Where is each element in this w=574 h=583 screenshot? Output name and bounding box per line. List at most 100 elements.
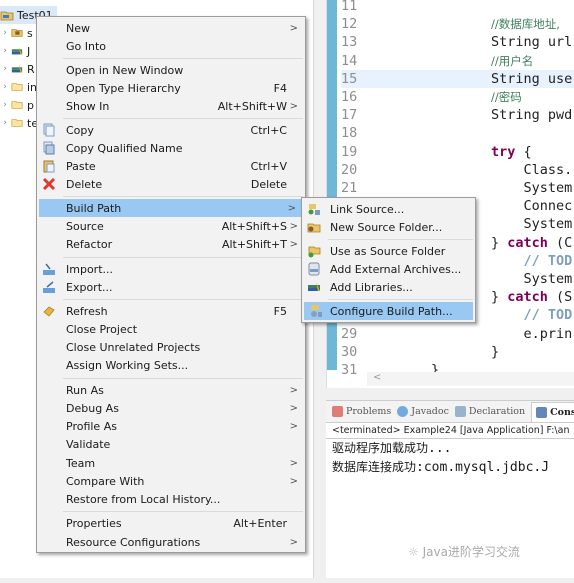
submenu-item-use-as-source-folder[interactable]: Use as Source Folder (302, 242, 475, 260)
tab-conso[interactable]: Conso (531, 401, 574, 422)
expand-arrow-icon[interactable]: › (0, 46, 10, 56)
menu-item-delete[interactable]: Delete Delete (37, 175, 305, 193)
menu-item-label: Refactor (66, 237, 113, 251)
code-line[interactable]: 21 System (341, 179, 574, 197)
code-token: TOD (547, 252, 573, 269)
console-text: 数据库连接成功 (332, 460, 417, 474)
code-token: //数据库地址, (491, 17, 560, 32)
code-token: System (491, 216, 573, 233)
scroll-left-icon[interactable]: < (373, 372, 381, 383)
add-libraries-icon (308, 282, 320, 291)
use-as-source-folder-icon-wrap (307, 244, 321, 258)
menu-item-show-in[interactable]: Show In Alt+Shift+W > (37, 97, 305, 115)
code-line[interactable]: 15 String use (341, 69, 574, 88)
submenu-item-add-libraries[interactable]: Add Libraries... (302, 278, 475, 296)
submenu-item-configure-build-path[interactable]: Configure Build Path... (304, 302, 473, 320)
code-line[interactable]: 14 //用户名 (341, 52, 574, 70)
source-folder-icon (11, 29, 23, 37)
new-source-folder-icon-wrap (307, 220, 321, 234)
menu-item-build-path[interactable]: Build Path > (39, 199, 303, 217)
menu-item-assign-working-sets[interactable]: Assign Working Sets... (37, 356, 305, 374)
menu-item-compare-with[interactable]: Compare With > (37, 472, 305, 490)
code-line[interactable]: 17 String pwd (341, 106, 574, 124)
menu-item-refresh[interactable]: Refresh F5 (37, 302, 305, 320)
tree-item[interactable]: › J (0, 42, 30, 60)
submenu-arrow-icon: > (289, 536, 298, 548)
console-status: <terminated> Example24 [Java Application… (326, 423, 574, 439)
code-line[interactable]: 11 (341, 0, 574, 15)
menu-item-close-unrelated-projects[interactable]: Close Unrelated Projects (37, 338, 305, 356)
export-icon-wrap (42, 280, 56, 294)
code-token: TOD (547, 307, 573, 324)
menu-separator (63, 378, 303, 379)
menu-item-profile-as[interactable]: Profile As > (37, 417, 305, 435)
menu-item-copy[interactable]: Copy Ctrl+C (37, 121, 305, 139)
refresh-icon-wrap (42, 304, 56, 318)
menu-item-properties[interactable]: Properties Alt+Enter (37, 514, 305, 532)
copy-icon (43, 123, 55, 137)
menu-item-source[interactable]: Source Alt+Shift+S > (37, 217, 305, 235)
tree-item[interactable]: › p (0, 96, 34, 114)
menu-item-open-in-new-window[interactable]: Open in New Window (37, 61, 305, 79)
menu-item-close-project[interactable]: Close Project (37, 320, 305, 338)
paste-icon (43, 160, 55, 173)
menu-item-label: Team (66, 456, 96, 470)
menu-item-go-into[interactable]: Go Into (37, 37, 305, 55)
menu-item-copy-qualified-name[interactable]: Copy Qualified Name (37, 139, 305, 157)
menu-item-refactor[interactable]: Refactor Alt+Shift+T > (37, 235, 305, 253)
menu-item-paste[interactable]: Paste Ctrl+V (37, 157, 305, 175)
menu-item-label: Link Source... (330, 202, 405, 216)
line-number: 29 (341, 325, 358, 342)
menu-item-new[interactable]: New > (37, 19, 305, 37)
menu-item-debug-as[interactable]: Debug As > (37, 399, 305, 417)
tab-javadoc[interactable]: Javadoc (397, 406, 449, 417)
code-text: } catch (S (491, 288, 572, 306)
code-line[interactable]: 29 e.prin (341, 325, 574, 343)
delete-icon-wrap (42, 177, 56, 191)
refresh-icon (43, 306, 55, 317)
code-line[interactable]: 19 try { (341, 143, 574, 161)
tree-item[interactable]: › te (0, 114, 38, 132)
tab-declaration[interactable]: Declaration (454, 406, 525, 417)
tab-label: Problems (346, 406, 392, 417)
menu-separator (328, 299, 473, 300)
tree-item[interactable]: › s (0, 24, 33, 42)
tree-item[interactable]: › in (0, 78, 37, 96)
code-line[interactable]: 12 //数据库地址, (341, 15, 574, 33)
submenu-arrow-icon: > (289, 402, 298, 414)
expand-arrow-icon[interactable]: › (0, 64, 10, 74)
submenu-item-add-external-archives[interactable]: Add External Archives... (302, 260, 475, 278)
menu-item-team[interactable]: Team > (37, 454, 305, 472)
code-line[interactable]: 30} (341, 343, 574, 361)
menu-item-shortcut: Alt+Shift+S (221, 219, 287, 233)
console-text-mono: :com.mysql.jdbc.J (416, 460, 550, 475)
expand-arrow-icon[interactable]: › (0, 82, 10, 92)
code-token: Class. (491, 161, 573, 178)
expand-arrow-icon[interactable]: › (0, 100, 10, 110)
submenu-item-new-source-folder[interactable]: New Source Folder... (302, 218, 475, 236)
menu-item-label: Import... (66, 262, 113, 276)
code-line[interactable]: 20 Class. (341, 161, 574, 179)
code-token: catch (507, 234, 548, 251)
menu-item-restore-from-local-history[interactable]: Restore from Local History... (37, 490, 305, 508)
code-text: //用户名 (491, 52, 533, 70)
tab-problems[interactable]: Problems (332, 406, 391, 417)
menu-item-shortcut: Ctrl+V (250, 159, 287, 173)
menu-item-run-as[interactable]: Run As > (37, 381, 305, 399)
code-line[interactable]: 13 String url (341, 33, 574, 51)
expand-arrow-icon[interactable]: › (0, 28, 10, 38)
menu-item-export[interactable]: Export... (37, 278, 305, 296)
code-prefix: } (491, 234, 508, 251)
horizontal-scrollbar[interactable]: < (367, 372, 574, 386)
menu-item-resource-configurations[interactable]: Resource Configurations > (37, 533, 305, 551)
export-icon (43, 281, 55, 293)
expand-arrow-icon[interactable]: › (0, 118, 10, 128)
tree-item[interactable]: › R (0, 60, 34, 78)
code-line[interactable]: 18 (341, 124, 574, 142)
submenu-item-link-source[interactable]: Link Source... (302, 200, 475, 218)
menu-item-import[interactable]: Import... (37, 260, 305, 278)
menu-item-validate[interactable]: Validate (37, 435, 305, 453)
code-editor[interactable]: 11 12 //数据库地址, 13 String url 14 //用户名 15 String … (326, 0, 574, 388)
code-line[interactable]: 16 //密码 (341, 88, 574, 106)
menu-item-open-type-hierarchy[interactable]: Open Type Hierarchy F4 (37, 79, 305, 97)
